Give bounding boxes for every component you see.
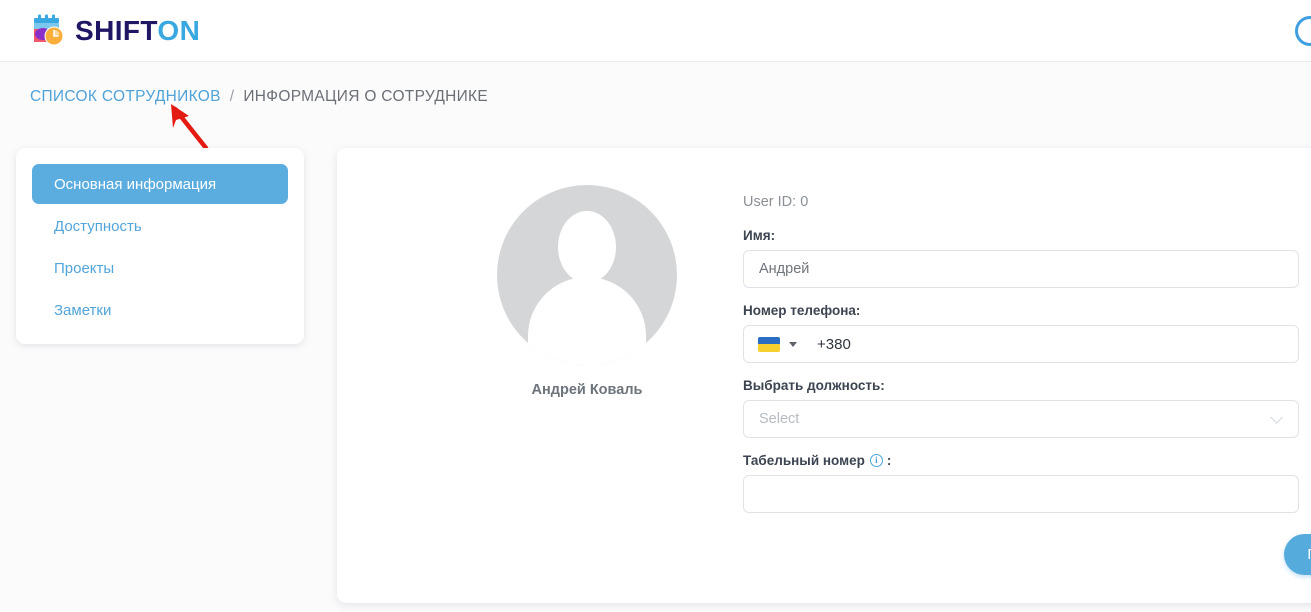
phone-input[interactable]: +380 <box>743 325 1299 363</box>
name-input-value: Андрей <box>759 261 810 277</box>
breadcrumb-link-employee-list[interactable]: СПИСОК СОТРУДНИКОВ <box>30 88 221 106</box>
chevron-down-icon[interactable] <box>789 341 797 347</box>
position-select-value: Select <box>759 411 800 427</box>
position-select[interactable]: Select <box>743 400 1299 438</box>
position-label: Выбрать должность: <box>743 378 1303 393</box>
invite-button[interactable]: Пригласить <box>1284 534 1311 575</box>
sidebar-item-notes[interactable]: Заметки <box>32 290 288 330</box>
avatar-head-shape <box>558 211 616 283</box>
info-icon[interactable]: i <box>869 454 883 467</box>
user-id-text: User ID: 0 <box>743 194 809 210</box>
sidebar-item-label: Доступность <box>54 217 142 235</box>
sidebar-item-availability[interactable]: Доступность <box>32 206 288 246</box>
app-header: SHIFTON <box>0 0 1311 62</box>
ukraine-flag-icon[interactable] <box>758 336 780 352</box>
page-root: SHIFTON СПИСОК СОТРУДНИКОВ / ИНФОРМАЦИЯ … <box>0 0 1311 612</box>
logo-text: SHIFTON <box>75 14 201 46</box>
logo[interactable]: SHIFTON <box>30 12 200 50</box>
employee-number-label-text: Табельный номер <box>743 453 865 468</box>
avatar-body-shape <box>528 277 646 365</box>
sidebar-item-label: Основная информация <box>54 175 217 193</box>
breadcrumb-current-employee-info: ИНФОРМАЦИЯ О СОТРУДНИКЕ <box>243 88 489 105</box>
phone-code-value: +380 <box>817 335 851 353</box>
phone-label: Номер телефона: <box>743 303 1303 318</box>
avatar[interactable] <box>497 185 677 365</box>
breadcrumb: СПИСОК СОТРУДНИКОВ / ИНФОРМАЦИЯ О СОТРУД… <box>30 88 488 106</box>
employee-number-colon: : <box>886 453 892 468</box>
logo-text-shift: SHIFT <box>75 14 158 46</box>
phone-label-text: Номер телефона: <box>743 303 861 318</box>
breadcrumb-separator: / <box>229 88 235 105</box>
sidebar-item-label: Проекты <box>54 259 115 277</box>
position-label-text: Выбрать должность: <box>743 378 885 393</box>
name-label-text: Имя: <box>743 228 776 243</box>
employee-number-input[interactable] <box>743 475 1299 513</box>
name-label: Имя: <box>743 228 1303 243</box>
name-input[interactable]: Андрей <box>743 250 1299 288</box>
employee-nav-card: Основная информация Доступность Проекты … <box>16 148 304 344</box>
chevron-down-icon <box>1270 410 1283 424</box>
employee-number-label: Табельный номер i : <box>743 453 1303 468</box>
user-circle-icon[interactable] <box>1295 16 1311 46</box>
sidebar-item-projects[interactable]: Проекты <box>32 248 288 288</box>
avatar-block: Андрей Коваль <box>442 185 732 398</box>
sidebar-item-main-info[interactable]: Основная информация <box>32 164 288 204</box>
employee-info-card: Андрей Коваль User ID: 0 Имя: Андрей Ном… <box>337 148 1311 603</box>
employee-name: Андрей Коваль <box>531 382 643 398</box>
employee-form: User ID: 0 Имя: Андрей Номер телефона: +… <box>743 194 1303 513</box>
sidebar-item-label: Заметки <box>54 301 112 319</box>
calendar-clock-icon <box>30 12 68 50</box>
logo-text-on: ON <box>157 14 201 46</box>
